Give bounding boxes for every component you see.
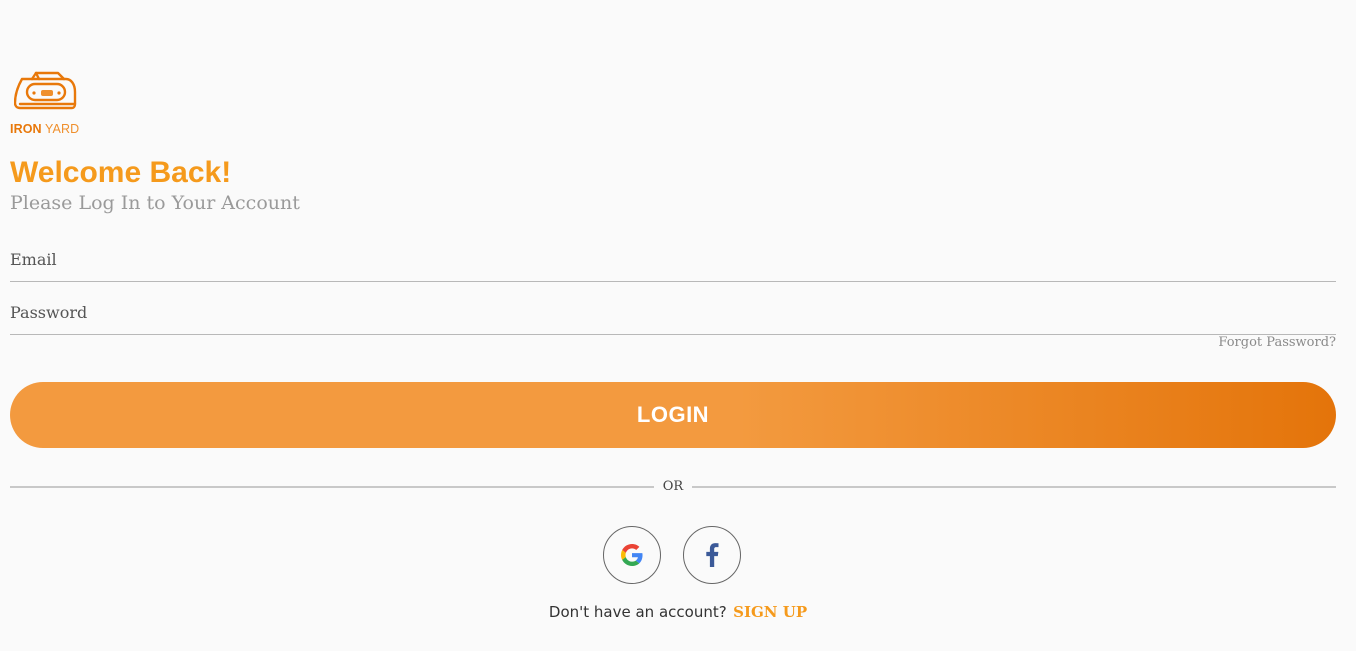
divider-or-label: OR [662, 479, 684, 494]
iron-icon [14, 71, 77, 110]
password-field[interactable] [10, 290, 1336, 334]
divider-left [10, 486, 654, 488]
brand-name-light: YARD [45, 122, 80, 136]
facebook-icon [706, 543, 719, 567]
signup-prompt: Don't have an account? [548, 603, 727, 621]
facebook-login-button[interactable] [683, 526, 741, 584]
login-page: IRON YARD Welcome Back! Please Log In to… [0, 0, 1356, 651]
signup-link[interactable]: SIGN UP [733, 603, 807, 621]
brand-logo: IRON YARD [10, 70, 90, 136]
google-icon [621, 544, 643, 566]
page-subtitle: Please Log In to Your Account [10, 192, 300, 214]
password-field-container [10, 290, 1336, 335]
login-button[interactable]: LOGIN [10, 382, 1336, 448]
brand-name: IRON YARD [10, 122, 79, 136]
email-field-container [10, 237, 1336, 282]
forgot-password-link[interactable]: Forgot Password? [1218, 335, 1336, 350]
brand-name-bold: IRON [10, 122, 42, 136]
email-field[interactable] [10, 237, 1336, 281]
page-title: Welcome Back! [10, 156, 232, 189]
google-login-button[interactable] [603, 526, 661, 584]
signup-row: Don't have an account? SIGN UP [0, 603, 1356, 622]
divider-right [692, 486, 1336, 488]
